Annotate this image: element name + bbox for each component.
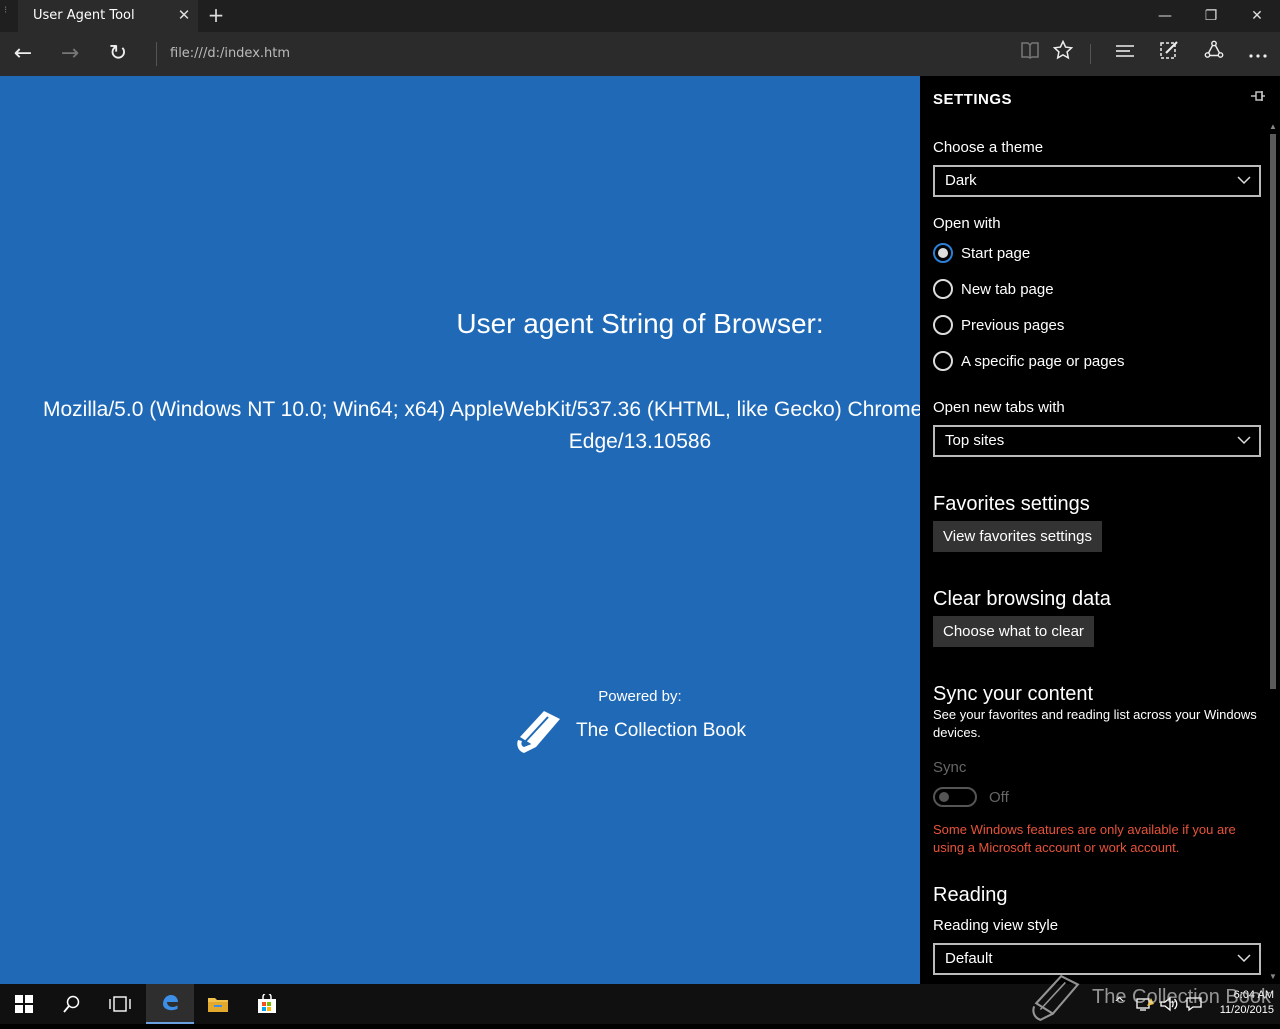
start-button[interactable] — [0, 984, 48, 1024]
reading-style-value: Default — [945, 950, 993, 967]
sync-heading: Sync your content — [933, 683, 1094, 705]
share-icon[interactable] — [1199, 40, 1229, 68]
tab-user-agent-tool[interactable]: User Agent Tool ✕ — [18, 0, 198, 32]
reading-heading: Reading — [933, 884, 1008, 906]
brand-logo: The Collection Book — [514, 706, 746, 756]
radio-specific-page[interactable]: A specific page or pages — [933, 350, 1124, 372]
theme-select[interactable]: Dark — [933, 165, 1261, 197]
favorite-star-icon[interactable] — [1048, 39, 1078, 68]
close-window-button[interactable]: ✕ — [1234, 0, 1280, 32]
open-with-label: Open with — [933, 215, 1001, 232]
theme-label: Choose a theme — [933, 139, 1044, 156]
new-tabs-label: Open new tabs with — [933, 399, 1065, 416]
user-agent-string: Mozilla/5.0 (Windows NT 10.0; Win64; x64… — [43, 398, 920, 421]
more-icon[interactable] — [1243, 40, 1273, 68]
sync-label: Sync — [933, 759, 967, 776]
new-tab-button[interactable]: + — [204, 4, 228, 28]
sync-warning: Some Windows features are only available… — [933, 822, 1236, 855]
page-heading: User agent String of Browser: — [456, 308, 824, 339]
radio-label: Start page — [961, 244, 1031, 262]
book-icon — [1032, 974, 1080, 1022]
chevron-down-icon — [1237, 170, 1251, 193]
radio-previous-pages[interactable]: Previous pages — [933, 314, 1064, 336]
edge-taskbar-icon[interactable] — [146, 984, 194, 1024]
radio-new-tab-page[interactable]: New tab page — [933, 278, 1054, 300]
navigation-bar: ← → ↻ file:///d:/index.htm — [0, 32, 1280, 76]
radio-button[interactable] — [933, 351, 953, 371]
pin-icon[interactable] — [1250, 89, 1266, 105]
close-tab-icon[interactable]: ✕ — [176, 6, 192, 26]
watermark-text: The Collection Book — [1092, 985, 1271, 1008]
settings-panel: SETTINGS ▲ ▼ Choose a theme Dark Open wi… — [920, 76, 1280, 984]
store-icon[interactable] — [243, 984, 291, 1024]
choose-what-to-clear-button[interactable]: Choose what to clear — [933, 616, 1094, 647]
chevron-down-icon — [1237, 948, 1251, 971]
toggle-knob — [939, 792, 949, 802]
tab-title: User Agent Tool — [33, 8, 135, 23]
toolbar-separator — [1090, 44, 1091, 64]
reading-view-icon[interactable] — [1015, 40, 1045, 68]
sync-toggle[interactable] — [933, 787, 977, 807]
hub-icon[interactable] — [1110, 40, 1140, 68]
title-bar: ⁝ User Agent Tool ✕ + — ❐ ✕ — [0, 0, 1280, 32]
sync-state: Off — [989, 789, 1009, 806]
radio-button[interactable] — [933, 243, 953, 263]
scroll-up-arrow[interactable]: ▲ — [1268, 122, 1278, 131]
search-icon[interactable] — [48, 984, 96, 1024]
back-button[interactable]: ← — [8, 40, 38, 68]
file-explorer-icon[interactable] — [194, 984, 242, 1024]
favorites-heading: Favorites settings — [933, 493, 1090, 515]
book-icon — [517, 711, 560, 753]
chevron-down-icon — [1237, 430, 1251, 453]
tab-grip-icon[interactable]: ⁝ — [4, 6, 14, 26]
restore-button[interactable]: ❐ — [1188, 0, 1234, 32]
reading-style-label: Reading view style — [933, 917, 1059, 934]
view-favorites-settings-button[interactable]: View favorites settings — [933, 521, 1102, 552]
new-tabs-select[interactable]: Top sites — [933, 425, 1261, 457]
radio-label: A specific page or pages — [961, 352, 1125, 370]
radio-button[interactable] — [933, 315, 953, 335]
task-view-icon[interactable] — [96, 984, 144, 1024]
powered-by-label: Powered by: — [598, 688, 682, 705]
radio-label: New tab page — [961, 280, 1054, 298]
settings-scrollbar[interactable] — [1270, 134, 1276, 689]
forward-button[interactable]: → — [55, 40, 85, 68]
sync-description: See your favorites and reading list acro… — [933, 707, 1257, 740]
reading-style-select[interactable]: Default — [933, 943, 1261, 975]
clear-data-heading: Clear browsing data — [933, 588, 1111, 610]
settings-title: SETTINGS — [933, 91, 1013, 108]
web-page-content: User agent String of Browser: Mozilla/5.… — [0, 76, 920, 984]
radio-label: Previous pages — [961, 316, 1065, 334]
refresh-button[interactable]: ↻ — [103, 40, 133, 68]
web-note-icon[interactable] — [1154, 40, 1184, 68]
theme-value: Dark — [945, 172, 977, 189]
user-agent-string-continued: Edge/13.10586 — [568, 430, 712, 453]
radio-button[interactable] — [933, 279, 953, 299]
watermark: The Collection Book — [1030, 972, 1271, 1022]
brand-name: The Collection Book — [576, 720, 747, 741]
address-bar[interactable]: file:///d:/index.htm — [170, 46, 290, 61]
radio-start-page[interactable]: Start page — [933, 242, 1030, 264]
minimize-button[interactable]: — — [1142, 0, 1188, 32]
new-tabs-value: Top sites — [945, 432, 1005, 449]
address-separator — [156, 42, 157, 66]
